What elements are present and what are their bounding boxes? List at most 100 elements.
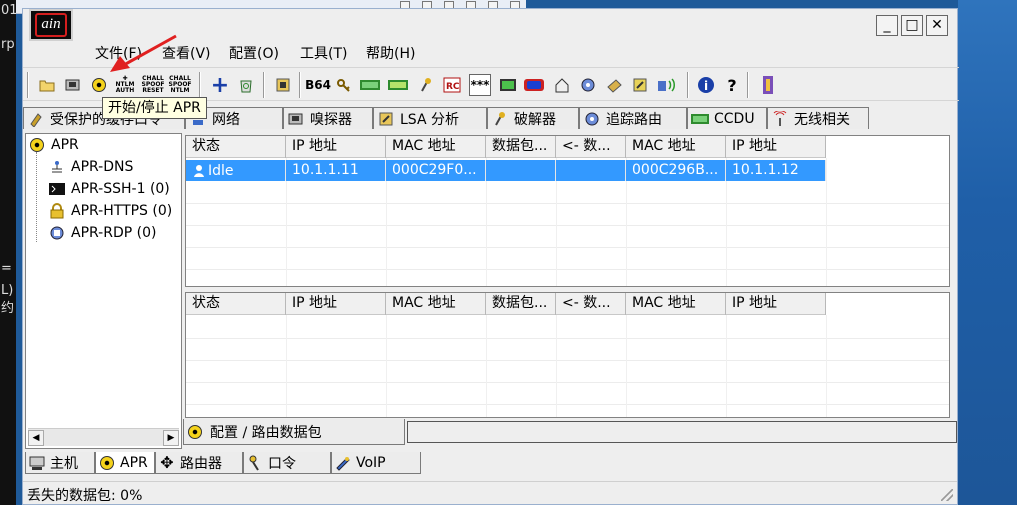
desktop-glyph: = [1,261,12,276]
services-icon[interactable] [577,74,599,96]
desktop-glyph: rp [1,37,15,52]
col-packets-in[interactable]: <- 数... [556,293,626,315]
resize-grip-icon[interactable] [941,489,953,501]
decoder-icon[interactable] [272,74,294,96]
tab-sniffer[interactable]: 嗅探器 [283,107,373,129]
app-logo: ain [29,9,73,41]
tab-wireless[interactable]: 无线相关 [767,107,869,129]
tab-lsa[interactable]: LSA 分析 [373,107,487,129]
scroll-right-arrow-icon[interactable]: ▶ [163,430,179,446]
cracker-icon [491,110,509,128]
close-button[interactable]: ✕ [926,15,948,36]
tab-label: 追踪路由 [606,111,662,128]
lock-icon [48,202,66,220]
ntlm-auth-label: NTLM AUTH [115,81,135,94]
col-mac[interactable]: MAC 地址 [386,293,486,315]
col-mac[interactable]: MAC 地址 [386,136,486,158]
wireless-icon[interactable] [655,74,677,96]
tab-config-routing[interactable]: 配置 / 路由数据包 [183,419,405,445]
apr-radiation-icon [98,454,116,472]
voip-icon [334,454,352,472]
cell-packets [486,160,556,181]
cell-ip-2: 10.1.1.12 [726,160,826,181]
info-icon[interactable]: i [695,74,717,96]
start-sniffer-icon[interactable] [62,74,84,96]
lm-hash-icon[interactable] [359,74,381,96]
mpr-hash-icon[interactable] [387,74,409,96]
col-packets-in[interactable]: <- 数... [556,136,626,158]
dns-icon [48,158,66,176]
menu-config[interactable]: 配置(O) [229,43,279,63]
tab-ccdu[interactable]: CCDU [687,107,767,129]
recycle-icon[interactable] [235,74,257,96]
tree-horizontal-scrollbar[interactable]: ◀ ▶ [28,428,179,446]
scroll-left-arrow-icon[interactable]: ◀ [28,430,44,446]
add-icon[interactable]: + [209,73,231,98]
wireless-key-icon[interactable] [415,74,437,96]
col-ip-2[interactable]: IP 地址 [726,136,826,158]
maximize-button[interactable]: □ [901,15,923,36]
base64-icon[interactable]: B64 [305,74,331,96]
start-stop-apr-icon[interactable] [88,74,110,96]
table-row[interactable]: Idle 10.1.1.11 000C29F0... 000C296B... 1… [186,160,826,181]
routing-bar: 配置 / 路由数据包 [183,419,957,445]
tab-cracker[interactable]: 破解器 [487,107,579,129]
col-status[interactable]: 状态 [186,293,286,315]
tab-apr[interactable]: APR [95,452,155,474]
help-icon[interactable]: ? [721,74,743,96]
tree-label: APR-DNS [71,159,134,175]
desktop-background [958,0,1017,505]
tree-label: APR [51,137,79,153]
tree-node-apr[interactable]: APR [28,135,79,155]
exit-icon[interactable] [757,74,779,96]
tree-node-apr-https[interactable]: APR-HTTPS (0) [48,201,172,221]
col-packets[interactable]: 数据包... [486,293,556,315]
ntlm-auth-icon[interactable]: ✚ NTLM AUTH [114,74,136,96]
apr-radiation-icon [28,136,46,154]
tab-hosts[interactable]: 主机 [25,452,95,474]
col-packets[interactable]: 数据包... [486,136,556,158]
chall-spoof-reset-icon[interactable]: CHALL SPOOF RESET [142,74,165,96]
open-folder-icon[interactable] [36,74,58,96]
cache-icon [27,110,45,128]
lsa-icon [377,110,395,128]
house-icon[interactable] [551,74,573,96]
apr-bottom-grid: 状态 IP 地址 MAC 地址 数据包... <- 数... MAC 地址 IP… [185,292,950,418]
chall-spoof-ntlm-icon[interactable]: CHALL SPOOF NTLM [168,74,192,96]
menu-tools[interactable]: 工具(T) [300,43,347,63]
tab-label: LSA 分析 [400,111,459,128]
col-ip-2[interactable]: IP 地址 [726,293,826,315]
display-icon[interactable] [523,74,545,96]
tab-traceroute[interactable]: 追踪路由 [579,107,687,129]
tab-label: 网络 [212,111,240,128]
cell-status: Idle [186,160,286,181]
minimize-button[interactable]: _ [876,15,898,36]
tab-voip[interactable]: VoIP [331,452,421,474]
tree-label: APR-SSH-1 (0) [71,181,170,197]
col-ip[interactable]: IP 地址 [286,293,386,315]
col-mac-2[interactable]: MAC 地址 [626,136,726,158]
editor-icon[interactable] [629,74,651,96]
disk-icon[interactable] [603,74,625,96]
desktop-left-strip: 01 rp = L) 约 [0,0,18,505]
tree-node-apr-dns[interactable]: APR-DNS [48,157,133,177]
col-mac-2[interactable]: MAC 地址 [626,293,726,315]
calculator-icon[interactable] [497,74,519,96]
tab-routers[interactable]: ✥ 路由器 [155,452,243,474]
tree-label: APR-RDP (0) [71,225,157,241]
tree-node-apr-rdp[interactable]: APR-RDP (0) [48,223,156,243]
col-status[interactable]: 状态 [186,136,286,158]
tab-passwords[interactable]: 口令 [243,452,331,474]
cain-window: ain _ □ ✕ 文件(F) 查看(V) 配置(O) 工具(T) 帮助(H) … [22,8,959,505]
lost-packets-status: 丢失的数据包: 0% [27,488,143,504]
menu-help[interactable]: 帮助(H) [366,43,415,63]
col-ip[interactable]: IP 地址 [286,136,386,158]
rdp-icon [48,224,66,242]
key-icon[interactable] [333,74,355,96]
tab-label: VoIP [356,454,386,471]
tree-node-apr-ssh[interactable]: APR-SSH-1 (0) [48,179,170,199]
cell-ip: 10.1.1.11 [286,160,386,181]
password-icon[interactable]: *** [469,74,491,96]
chall-spoof-ntlm-label: CHALL SPOOF NTLM [168,75,192,94]
rc-icon[interactable]: RC [441,74,463,96]
